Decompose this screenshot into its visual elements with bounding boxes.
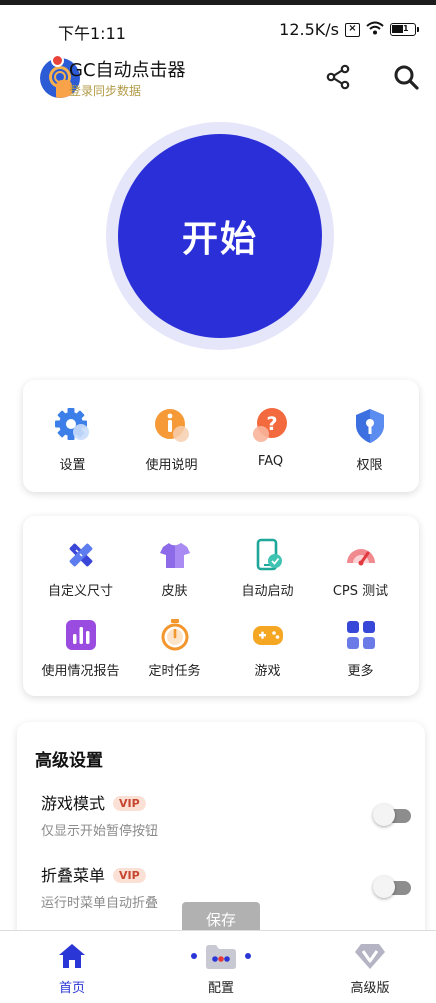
bar-chart-icon xyxy=(64,618,98,652)
nav-config-label: 配置 xyxy=(207,981,234,996)
nav-home[interactable]: 首页 xyxy=(22,941,122,996)
menu-item-label: CPS 测试 xyxy=(332,584,389,599)
game-mode-label: 游戏模式 VIP xyxy=(41,790,146,814)
menu-item-custom-size[interactable]: 自定义尺寸 xyxy=(31,538,130,599)
menu-item-permissions[interactable]: 权限 xyxy=(320,406,419,473)
folder-icon xyxy=(204,941,238,971)
bottom-nav: 首页 配置 高级版 xyxy=(0,930,436,1003)
menu-item-label: 自动启动 xyxy=(241,584,294,599)
status-time: 下午1:11 xyxy=(58,24,126,43)
app-header: GC自动点击器 登录同步数据 xyxy=(0,54,436,102)
nav-premium[interactable]: 高级版 xyxy=(320,941,420,996)
menu-item-scheduled-task[interactable]: 定时任务 xyxy=(125,618,224,679)
game-mode-row: 游戏模式 VIP 仅显示开始暂停按钮 xyxy=(41,790,411,846)
quick-menu-card: 设置 使用说明 ? FAQ 权限 xyxy=(23,380,419,492)
battery-icon: 51 xyxy=(390,23,419,36)
menu-item-label: 设置 xyxy=(59,458,86,473)
tshirt-icon xyxy=(158,538,192,572)
menu-item-label: 权限 xyxy=(356,458,383,473)
stopwatch-icon xyxy=(158,618,192,652)
app-logo xyxy=(20,54,80,98)
vip-badge: VIP xyxy=(113,868,146,883)
tools-menu-card: 自定义尺寸 皮肤 自动启动 CPS 测试 使用情况报告 定时任务 游戏 更多 xyxy=(23,516,419,696)
network-speed: 12.5K/s xyxy=(279,20,339,39)
menu-item-settings[interactable]: 设置 xyxy=(23,406,122,473)
app-title: GC自动点击器 xyxy=(69,60,186,81)
menu-item-skin[interactable]: 皮肤 xyxy=(125,538,224,599)
phone-auto-icon xyxy=(251,538,285,572)
vip-diamond-icon xyxy=(353,941,387,971)
gamepad-icon xyxy=(251,618,285,652)
nav-config[interactable]: 配置 xyxy=(171,941,271,996)
fold-menu-name: 折叠菜单 xyxy=(41,866,106,885)
game-mode-description: 仅显示开始暂停按钮 xyxy=(41,824,159,839)
menu-item-games[interactable]: 游戏 xyxy=(218,618,317,679)
search-icon[interactable] xyxy=(391,62,421,92)
start-button[interactable]: 开始 xyxy=(118,134,322,338)
speedometer-icon xyxy=(344,538,378,572)
menu-item-label: FAQ xyxy=(257,454,284,469)
fold-menu-description: 运行时菜单自动折叠 xyxy=(41,896,159,911)
gear-icon xyxy=(53,406,93,446)
fold-menu-label: 折叠菜单 VIP xyxy=(41,862,146,886)
menu-item-auto-start[interactable]: 自动启动 xyxy=(218,538,317,599)
login-sync-link[interactable]: 登录同步数据 xyxy=(69,82,141,99)
menu-item-more[interactable]: 更多 xyxy=(311,618,410,679)
menu-item-label: 游戏 xyxy=(254,664,281,679)
nav-premium-label: 高级版 xyxy=(350,981,390,996)
menu-item-instructions[interactable]: 使用说明 xyxy=(122,406,221,473)
menu-item-label: 使用说明 xyxy=(145,458,198,473)
fold-menu-toggle[interactable] xyxy=(373,876,413,898)
menu-item-cps-test[interactable]: CPS 测试 xyxy=(311,538,410,599)
menu-item-label: 自定义尺寸 xyxy=(47,584,113,599)
game-mode-name: 游戏模式 xyxy=(41,794,106,813)
status-bar: 下午1:11 12.5K/s × 51 xyxy=(0,14,436,46)
no-sim-icon: × xyxy=(345,22,360,37)
nav-dot-right xyxy=(245,953,251,959)
advanced-settings-title: 高级设置 xyxy=(35,751,103,771)
home-icon xyxy=(55,941,89,971)
share-icon[interactable] xyxy=(323,62,353,92)
menu-item-faq[interactable]: ? FAQ xyxy=(221,406,320,469)
wifi-icon xyxy=(366,20,384,39)
info-icon xyxy=(152,406,192,446)
battery-level: 51 xyxy=(397,24,409,33)
nav-home-label: 首页 xyxy=(58,981,85,996)
shield-key-icon xyxy=(350,406,390,446)
menu-item-label: 定时任务 xyxy=(148,664,201,679)
menu-item-label: 使用情况报告 xyxy=(41,664,120,679)
menu-item-label: 更多 xyxy=(347,664,374,679)
ruler-pencil-icon xyxy=(64,538,98,572)
grid-icon xyxy=(344,618,378,652)
status-indicators: 12.5K/s × 51 xyxy=(279,20,419,39)
top-edge-strip xyxy=(0,0,436,5)
notification-dot xyxy=(51,54,64,67)
game-mode-toggle[interactable] xyxy=(373,804,413,826)
menu-item-label: 皮肤 xyxy=(161,584,188,599)
nav-dot-left xyxy=(191,953,197,959)
vip-badge: VIP xyxy=(113,796,146,811)
menu-item-usage-report[interactable]: 使用情况报告 xyxy=(31,618,130,679)
question-icon: ? xyxy=(251,406,291,446)
